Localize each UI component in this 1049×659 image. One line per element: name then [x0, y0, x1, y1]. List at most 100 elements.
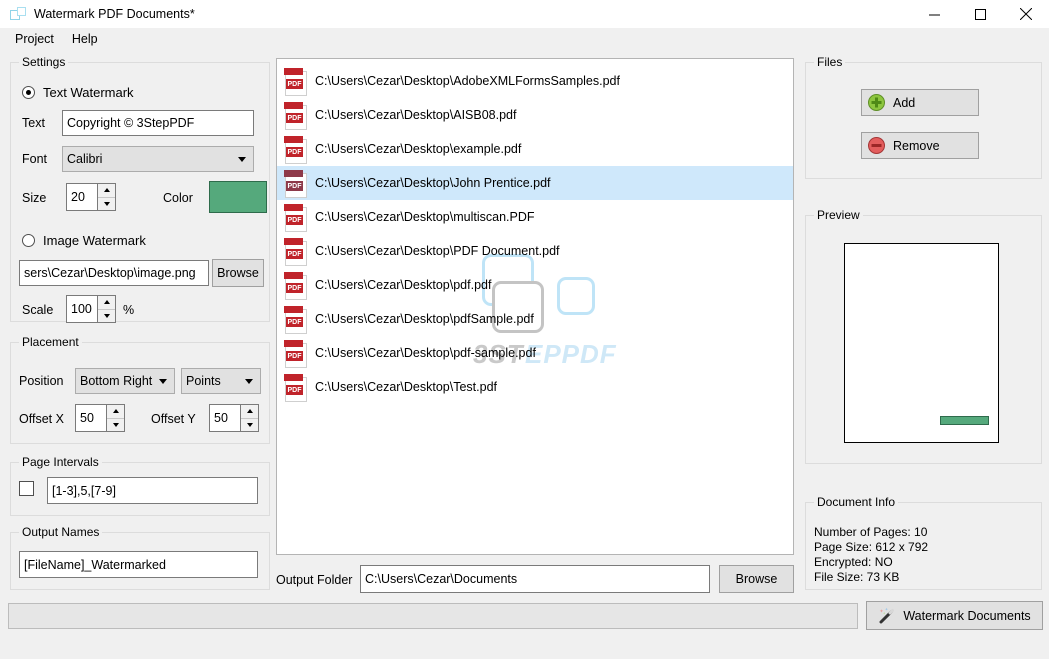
close-button[interactable] — [1003, 0, 1049, 28]
offset-y-stepper[interactable]: 50 — [209, 404, 259, 432]
watermark-text-input[interactable]: Copyright © 3StepPDF — [62, 110, 254, 136]
minimize-icon — [928, 14, 940, 15]
file-list-item[interactable]: PDF C:\Users\Cezar\Desktop\example.pdf — [277, 132, 793, 166]
file-list-item[interactable]: PDF C:\Users\Cezar\Desktop\multiscan.PDF — [277, 200, 793, 234]
file-list-item[interactable]: PDF C:\Users\Cezar\Desktop\Test.pdf — [277, 370, 793, 404]
magic-wand-icon — [878, 607, 896, 625]
window-controls — [911, 0, 1049, 28]
document-info-pages: Number of Pages: 10 — [814, 525, 928, 539]
position-select-value: Bottom Right — [80, 374, 153, 388]
offset-x-stepper[interactable]: 50 — [75, 404, 125, 432]
pdf-file-icon: PDF — [283, 101, 307, 130]
size-value: 20 — [71, 190, 85, 204]
size-label: Size — [22, 191, 47, 205]
text-watermark-radio[interactable] — [22, 86, 35, 99]
pdf-file-icon: PDF — [283, 305, 307, 334]
add-file-label: Add — [893, 95, 916, 110]
menu-bar: Project Help — [0, 28, 1049, 50]
add-file-button[interactable]: Add — [861, 89, 979, 116]
scale-decrement-button[interactable] — [98, 309, 115, 322]
minimize-button[interactable] — [911, 0, 957, 28]
image-path-input[interactable]: sers\Cezar\Desktop\image.png — [19, 260, 209, 286]
preview-page — [844, 243, 999, 443]
offset-x-stepper-buttons[interactable] — [106, 405, 124, 431]
page-intervals-checkbox[interactable] — [19, 481, 34, 496]
offset-x-value: 50 — [80, 411, 94, 425]
placement-group: Placement Position Bottom Right Points O… — [10, 335, 270, 444]
offset-y-value: 50 — [214, 411, 228, 425]
file-list-item[interactable]: PDF C:\Users\Cezar\Desktop\pdf.pdf — [277, 268, 793, 302]
file-list-item[interactable]: PDF C:\Users\Cezar\Desktop\PDF Document.p… — [277, 234, 793, 268]
preview-legend: Preview — [814, 208, 863, 222]
image-watermark-label: Image Watermark — [43, 233, 146, 248]
image-browse-button[interactable]: Browse — [212, 259, 264, 287]
document-info-group: Document Info Number of Pages: 10 Page S… — [805, 495, 1042, 590]
image-watermark-radio-row[interactable]: Image Watermark — [22, 233, 146, 248]
size-stepper[interactable]: 20 — [66, 183, 116, 211]
document-info-encrypted: Encrypted: NO — [814, 555, 893, 569]
scale-value: 100 — [71, 302, 92, 316]
units-select-value: Points — [186, 374, 221, 388]
output-folder-input[interactable]: C:\Users\Cezar\Documents — [360, 565, 710, 593]
font-select-value: Calibri — [67, 152, 103, 166]
offset-x-label: Offset X — [19, 412, 64, 426]
file-list[interactable]: 3ST EPPDF PDF C:\Users\Cezar\Desktop\Adob… — [276, 58, 794, 555]
text-label: Text — [22, 116, 45, 130]
offset-y-increment-button[interactable] — [241, 405, 258, 419]
output-folder-browse-button[interactable]: Browse — [719, 565, 794, 593]
close-icon — [1020, 8, 1032, 20]
file-list-item[interactable]: PDF C:\Users\Cezar\Desktop\AdobeXMLFormsS… — [277, 64, 793, 98]
menu-item-help[interactable]: Help — [63, 30, 107, 48]
pdf-file-icon: PDF — [283, 339, 307, 368]
file-list-item[interactable]: PDF C:\Users\Cezar\Desktop\pdf-sample.pdf — [277, 336, 793, 370]
page-intervals-legend: Page Intervals — [19, 455, 102, 469]
pdf-file-icon: PDF — [283, 373, 307, 402]
pdf-file-icon: PDF — [283, 203, 307, 232]
maximize-button[interactable] — [957, 0, 1003, 28]
pdf-file-icon: PDF — [283, 237, 307, 266]
minus-circle-icon — [868, 137, 885, 154]
text-watermark-radio-row[interactable]: Text Watermark — [22, 85, 134, 100]
offset-y-decrement-button[interactable] — [241, 418, 258, 431]
remove-file-label: Remove — [893, 138, 940, 153]
watermark-documents-button[interactable]: Watermark Documents — [866, 601, 1043, 630]
file-list-item-label: C:\Users\Cezar\Desktop\example.pdf — [315, 142, 522, 156]
size-decrement-button[interactable] — [98, 197, 115, 210]
files-legend: Files — [814, 55, 846, 69]
units-select[interactable]: Points — [181, 368, 261, 394]
file-list-item[interactable]: PDF C:\Users\Cezar\Desktop\John Prentice.… — [277, 166, 793, 200]
files-group: Files Add Remove — [805, 55, 1042, 179]
position-select[interactable]: Bottom Right — [75, 368, 175, 394]
title-bar: Watermark PDF Documents* — [0, 0, 1049, 28]
offset-x-increment-button[interactable] — [107, 405, 124, 419]
file-list-item[interactable]: PDF C:\Users\Cezar\Desktop\AISB08.pdf — [277, 98, 793, 132]
file-list-item-label: C:\Users\Cezar\Desktop\John Prentice.pdf — [315, 176, 551, 190]
preview-watermark-mark — [940, 416, 989, 425]
plus-circle-icon — [868, 94, 885, 111]
size-stepper-buttons[interactable] — [97, 184, 115, 210]
file-list-item-label: C:\Users\Cezar\Desktop\multiscan.PDF — [315, 210, 535, 224]
output-names-group: Output Names [FileName]_Watermarked — [10, 525, 270, 590]
scale-stepper-buttons[interactable] — [97, 296, 115, 322]
color-swatch[interactable] — [209, 181, 267, 213]
window-title: Watermark PDF Documents* — [34, 7, 195, 21]
page-intervals-input[interactable]: [1-3],5,[7-9] — [47, 477, 258, 504]
watermark-documents-label: Watermark Documents — [903, 608, 1031, 623]
size-increment-button[interactable] — [98, 184, 115, 198]
document-info-legend: Document Info — [814, 495, 899, 509]
file-list-item[interactable]: PDF C:\Users\Cezar\Desktop\pdfSample.pdf — [277, 302, 793, 336]
document-info-file-size: File Size: 73 KB — [814, 570, 900, 584]
menu-item-project[interactable]: Project — [6, 30, 63, 48]
scale-stepper[interactable]: 100 — [66, 295, 116, 323]
offset-y-stepper-buttons[interactable] — [240, 405, 258, 431]
offset-x-decrement-button[interactable] — [107, 418, 124, 431]
output-names-input[interactable]: [FileName]_Watermarked — [19, 551, 258, 578]
output-names-legend: Output Names — [19, 525, 103, 539]
remove-file-button[interactable]: Remove — [861, 132, 979, 159]
image-watermark-radio[interactable] — [22, 234, 35, 247]
file-list-item-label: C:\Users\Cezar\Desktop\Test.pdf — [315, 380, 498, 394]
color-label: Color — [163, 191, 193, 205]
font-select[interactable]: Calibri — [62, 146, 254, 172]
scale-increment-button[interactable] — [98, 296, 115, 310]
file-list-item-label: C:\Users\Cezar\Desktop\AISB08.pdf — [315, 108, 517, 122]
